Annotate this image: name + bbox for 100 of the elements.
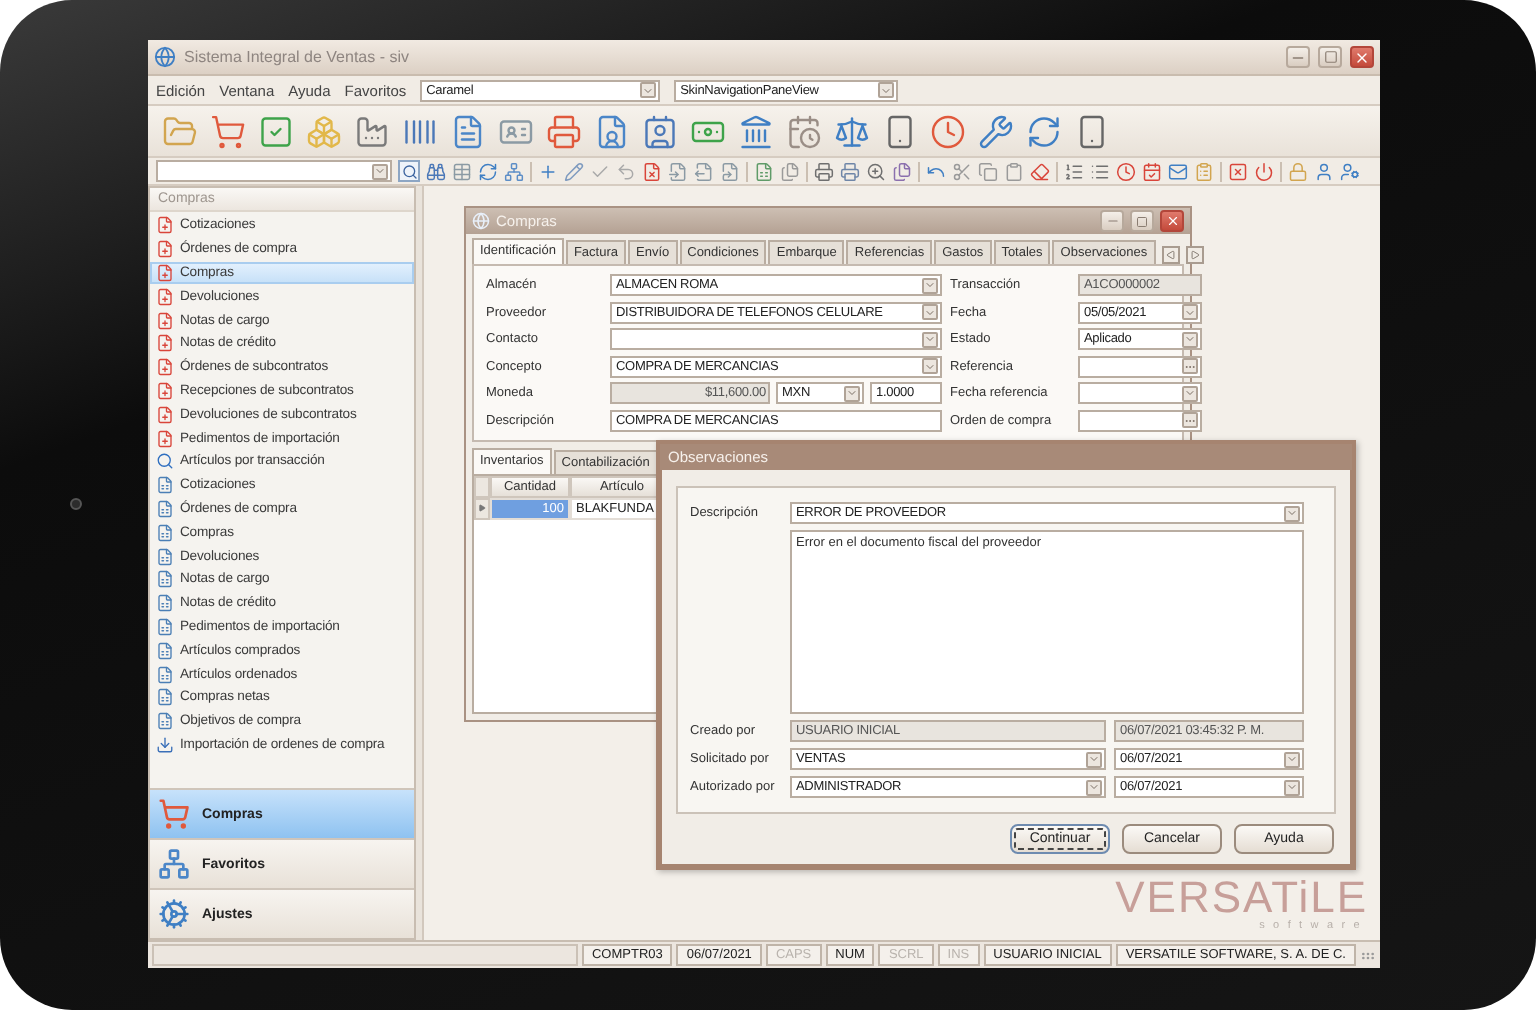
more-button[interactable] xyxy=(1182,412,1198,428)
dropdown-button[interactable] xyxy=(640,82,657,98)
folder-icon[interactable] xyxy=(162,113,198,149)
zoom-icon[interactable] xyxy=(866,161,886,181)
scroll-left-button[interactable] xyxy=(1161,246,1180,264)
refresh-icon[interactable] xyxy=(1026,113,1062,149)
chevron-down-icon xyxy=(1286,506,1298,520)
minimize-button[interactable] xyxy=(1100,210,1124,232)
spreadsheet-icon xyxy=(156,547,174,566)
lookup-field[interactable] xyxy=(1078,409,1202,431)
more-button[interactable] xyxy=(1182,358,1198,374)
clock-icon[interactable] xyxy=(1116,161,1136,181)
phone-icon[interactable] xyxy=(1074,113,1110,149)
network-icon[interactable] xyxy=(504,161,524,181)
calendar-icon[interactable] xyxy=(1142,161,1162,181)
document-in-icon[interactable] xyxy=(668,161,688,181)
dropdown-field[interactable] xyxy=(1078,382,1202,404)
dropdown-button[interactable] xyxy=(1284,505,1300,521)
user-icon[interactable] xyxy=(1314,161,1334,181)
spreadsheet-icon[interactable] xyxy=(754,161,774,181)
minimize-button[interactable] xyxy=(1286,46,1310,68)
document-out-icon[interactable] xyxy=(694,161,714,181)
search-icon xyxy=(156,452,174,471)
document-link-icon[interactable] xyxy=(720,161,740,181)
spreadsheet-icon xyxy=(156,617,174,636)
cut-icon[interactable] xyxy=(952,161,972,181)
right-arrow-icon xyxy=(1189,250,1200,260)
user-settings-icon[interactable] xyxy=(1340,161,1360,181)
lock-icon[interactable] xyxy=(1288,161,1308,181)
dropdown-button[interactable] xyxy=(878,82,895,98)
check-card-icon[interactable] xyxy=(258,113,294,149)
dropdown-button[interactable] xyxy=(1182,304,1198,320)
dropdown-button[interactable] xyxy=(844,385,860,401)
dropdown-button[interactable] xyxy=(922,277,938,293)
dropdown-button[interactable] xyxy=(922,358,938,374)
scroll-right-button[interactable] xyxy=(1185,246,1204,264)
binoculars-icon[interactable] xyxy=(426,161,446,181)
logo-wordmark: VERSATiLE xyxy=(1115,876,1368,920)
clock-icon[interactable] xyxy=(930,113,966,149)
hierarchy-icon xyxy=(158,848,190,880)
clipboard-icon[interactable] xyxy=(1194,161,1214,181)
lookup-field[interactable] xyxy=(1078,355,1202,377)
maximize-icon xyxy=(1323,50,1337,64)
close-button[interactable] xyxy=(1350,46,1374,68)
dropdown-button[interactable] xyxy=(922,304,938,320)
window-title: Sistema Integral de Ventas - siv xyxy=(184,48,411,66)
search-field[interactable] xyxy=(156,160,392,182)
dropdown-button[interactable] xyxy=(1284,751,1300,767)
dropdown-button[interactable] xyxy=(1182,331,1198,347)
contact-card-icon[interactable] xyxy=(642,113,678,149)
delete-document-icon[interactable] xyxy=(642,161,662,181)
dropdown-button[interactable] xyxy=(372,163,388,179)
factory-icon[interactable] xyxy=(354,113,390,149)
search-button[interactable] xyxy=(398,160,420,182)
user-document-icon[interactable] xyxy=(594,113,630,149)
refresh-icon[interactable] xyxy=(478,161,498,181)
printer-icon[interactable] xyxy=(546,113,582,149)
cart-icon[interactable] xyxy=(210,113,246,149)
add-icon[interactable] xyxy=(538,161,558,181)
close-icon xyxy=(1165,214,1179,228)
close-icon[interactable] xyxy=(1228,161,1248,181)
bank-icon[interactable] xyxy=(738,113,774,149)
paste-icon[interactable] xyxy=(1004,161,1024,181)
spreadsheet-icon xyxy=(156,499,174,518)
table-icon[interactable] xyxy=(452,161,472,181)
calendar-clock-icon[interactable] xyxy=(786,113,822,149)
printer-icon[interactable] xyxy=(840,161,860,181)
chevron-down-icon xyxy=(642,83,655,97)
maximize-button[interactable] xyxy=(1318,46,1342,68)
download-icon xyxy=(156,735,174,754)
undo-icon[interactable] xyxy=(926,161,946,181)
copy-icon[interactable] xyxy=(978,161,998,181)
printer-icon[interactable] xyxy=(814,161,834,181)
check-icon[interactable] xyxy=(590,161,610,181)
app-icon xyxy=(472,212,490,230)
dropdown-button[interactable] xyxy=(922,331,938,347)
dropdown-button[interactable] xyxy=(1182,385,1198,401)
boxes-icon[interactable] xyxy=(306,113,342,149)
scale-icon[interactable] xyxy=(834,113,870,149)
power-icon[interactable] xyxy=(1254,161,1274,181)
pencil-icon[interactable] xyxy=(564,161,584,181)
documents-icon[interactable] xyxy=(892,161,912,181)
dropdown-button[interactable] xyxy=(1284,779,1300,795)
phone-icon[interactable] xyxy=(882,113,918,149)
row-selector[interactable] xyxy=(474,497,490,519)
list-icon[interactable] xyxy=(1090,161,1110,181)
close-button[interactable] xyxy=(1160,210,1184,232)
mail-icon[interactable] xyxy=(1168,161,1188,181)
document-icon[interactable] xyxy=(450,113,486,149)
numbered-list-icon[interactable] xyxy=(1064,161,1084,181)
resize-grip-icon[interactable] xyxy=(1360,947,1376,963)
eraser-icon[interactable] xyxy=(1030,161,1050,181)
document-icon xyxy=(156,311,174,330)
undo-icon[interactable] xyxy=(616,161,636,181)
dropdown-button[interactable] xyxy=(1086,751,1102,767)
maximize-button[interactable] xyxy=(1130,210,1154,232)
dropdown-field[interactable] xyxy=(610,328,942,350)
documents-icon[interactable] xyxy=(780,161,800,181)
dropdown-button[interactable] xyxy=(1086,779,1102,795)
wrench-icon[interactable] xyxy=(978,113,1014,149)
